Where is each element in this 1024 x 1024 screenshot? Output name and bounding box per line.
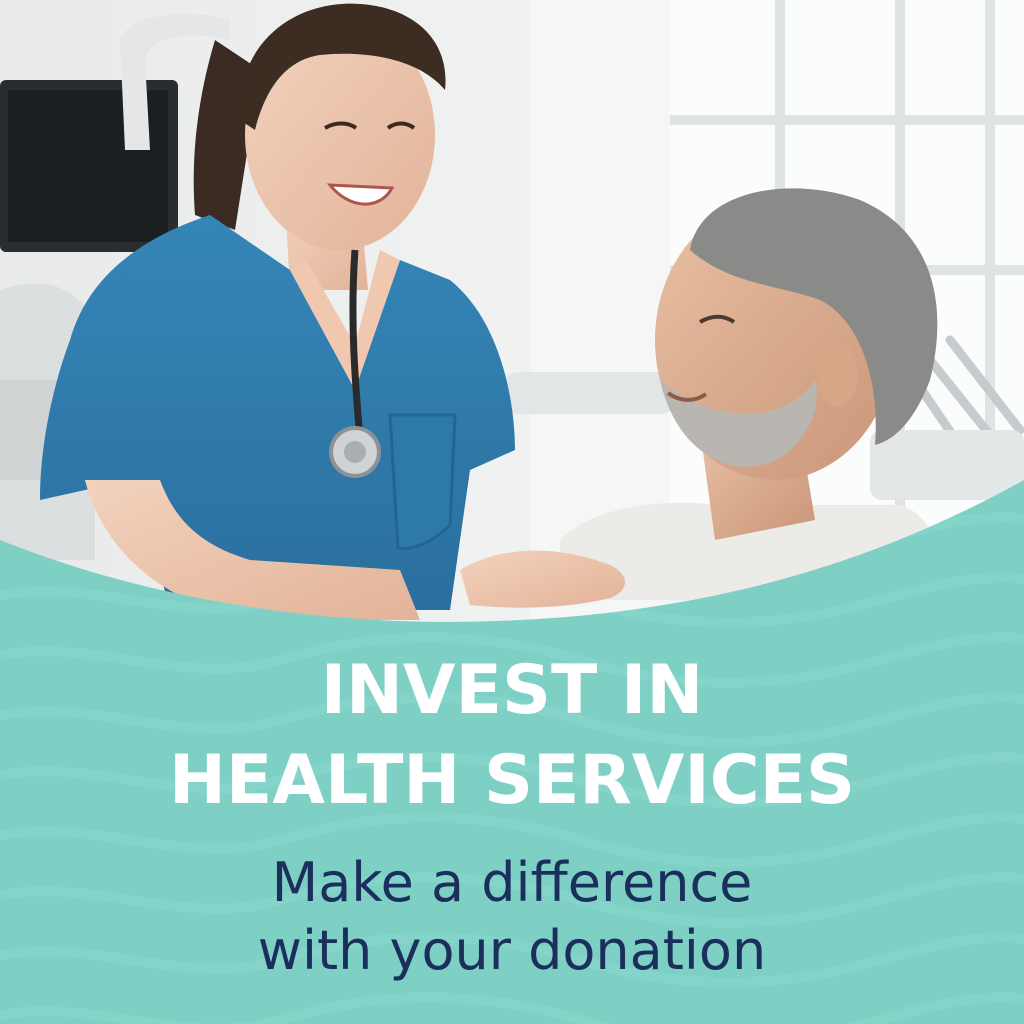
donation-poster: INVEST IN HEALTH SERVICES Make a differe…	[0, 0, 1024, 1024]
subline-line-1: Make a difference	[271, 851, 753, 914]
headline-line-2: HEALTH SERVICES	[168, 741, 856, 820]
subline-line-2: with your donation	[257, 919, 767, 982]
headline-line-1: INVEST IN	[320, 651, 704, 730]
